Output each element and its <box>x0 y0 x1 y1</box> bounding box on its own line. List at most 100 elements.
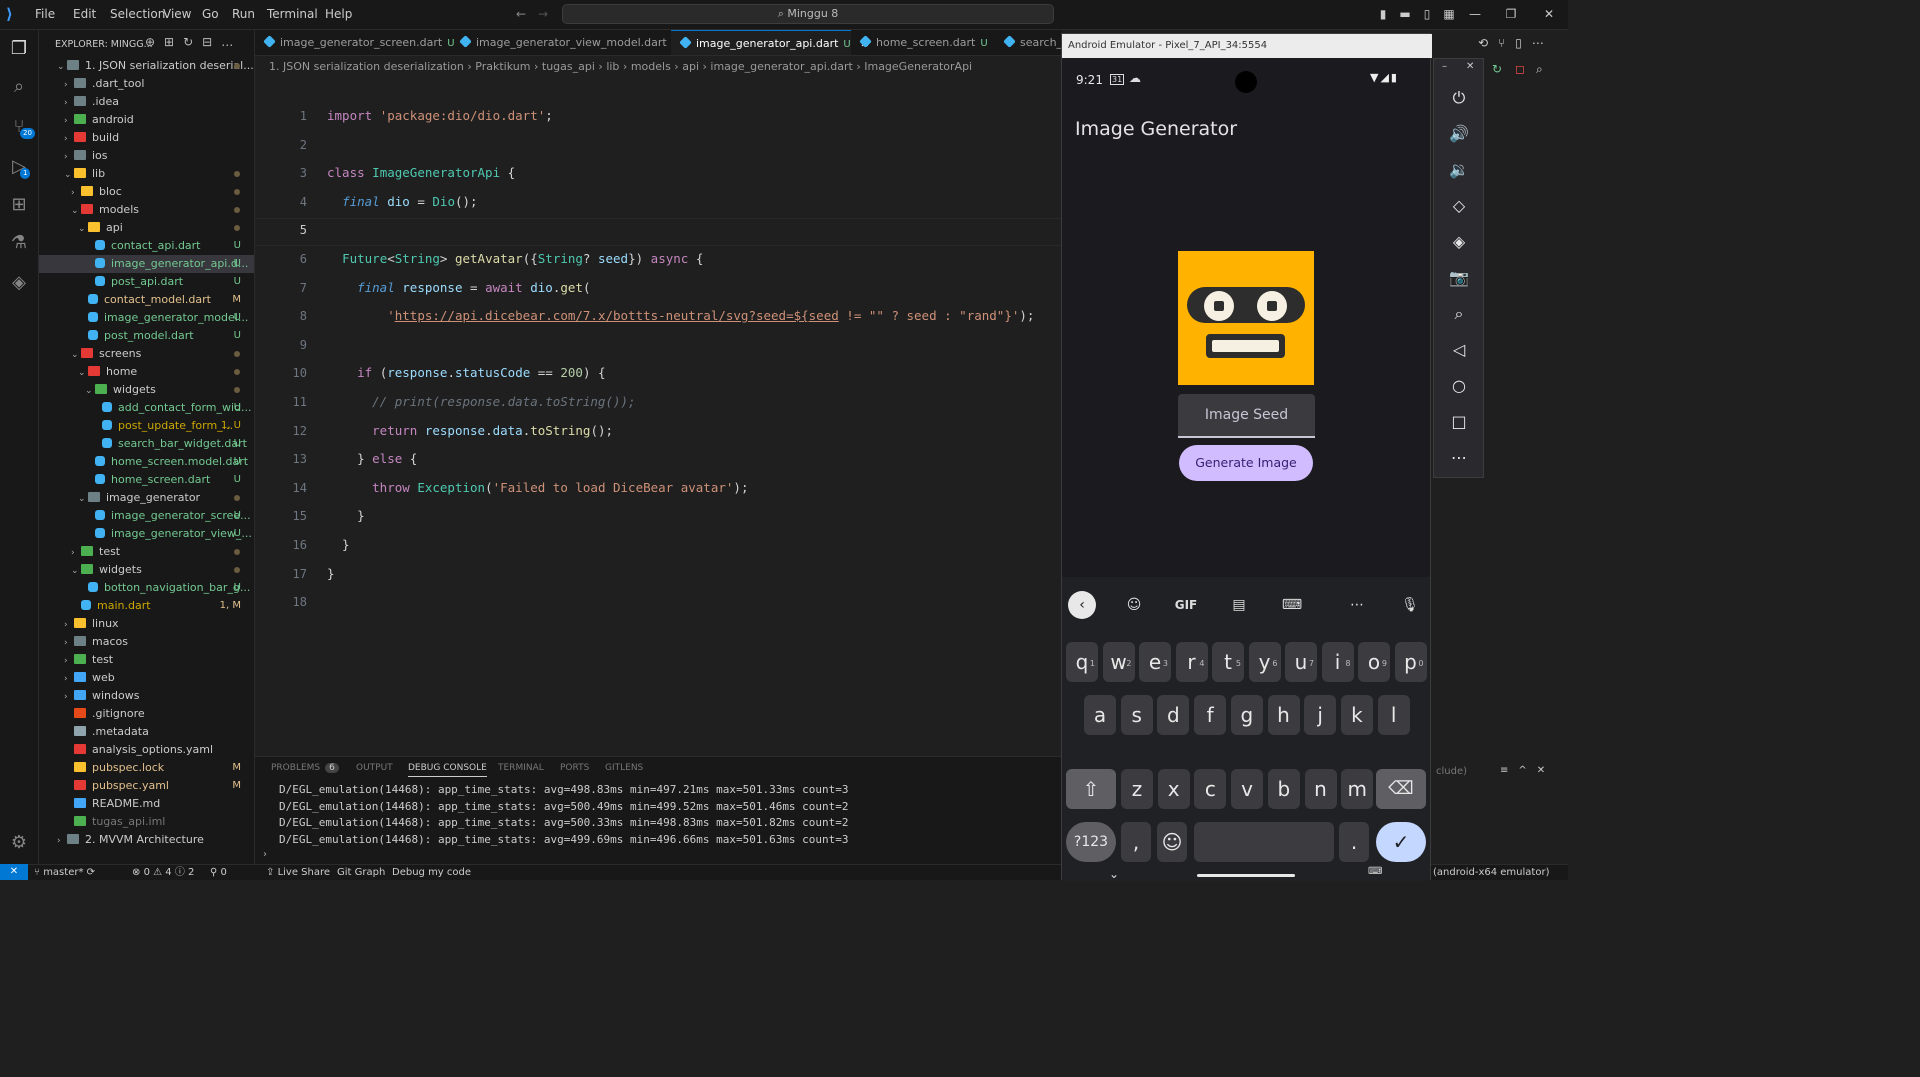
more-icon[interactable]: ⋯ <box>1447 446 1471 470</box>
close-window-button[interactable]: ✕ <box>1534 0 1564 30</box>
comma-key[interactable]: , <box>1121 822 1151 862</box>
explorer-item[interactable]: image_generator_model... U <box>39 309 254 327</box>
editor-actions[interactable]: ⟲⑂▯⋯ <box>1478 36 1554 50</box>
explorer-item[interactable]: ⌄ models <box>39 201 254 219</box>
stop-icon[interactable]: ◻ <box>1515 62 1525 76</box>
explorer-item[interactable]: .metadata <box>39 723 254 741</box>
tab-image-generator-view-model-dart[interactable]: image_generator_view_model.dartU <box>451 30 679 55</box>
symbols-key[interactable]: ?123 <box>1066 822 1116 862</box>
backspace-key[interactable]: ⌫ <box>1376 769 1426 809</box>
explorer-item[interactable]: tugas_api.iml <box>39 813 254 831</box>
image-seed-field[interactable]: Image Seed <box>1178 394 1315 438</box>
explorer-item[interactable]: › .idea <box>39 93 254 111</box>
explorer-item[interactable]: botton_navigation_bar_g... U <box>39 579 254 597</box>
forward-arrow-icon[interactable]: → <box>538 0 548 30</box>
explorer-item[interactable]: README.md <box>39 795 254 813</box>
zoom-icon[interactable]: ⌕ <box>1447 302 1471 326</box>
code-editor[interactable]: 1 import 'package:dio/dio.dart'; 2 3 class I… <box>255 78 1061 756</box>
explorer-item[interactable]: .gitignore <box>39 705 254 723</box>
back-arrow-icon[interactable]: ← <box>516 0 526 30</box>
period-key[interactable]: . <box>1339 822 1369 862</box>
explorer-item[interactable]: › 2. MVVM Architecture <box>39 831 254 849</box>
panel-tab-output[interactable]: OUTPUT <box>356 763 393 773</box>
key-x[interactable]: x <box>1157 769 1190 809</box>
key-p[interactable]: p0 <box>1394 642 1427 682</box>
panel-tab-gitlens[interactable]: GITLENS <box>605 763 643 773</box>
git-graph-status[interactable]: Git Graph <box>337 865 385 881</box>
emulator-close-button[interactable]: ✕ <box>1466 61 1474 72</box>
gesture-bar[interactable] <box>1197 874 1295 877</box>
explorer-item[interactable]: contact_model.dart M <box>39 291 254 309</box>
more-options-icon[interactable]: ⋯ <box>1343 591 1371 619</box>
panel-tab-terminal[interactable]: TERMINAL <box>498 763 544 773</box>
home-icon[interactable]: ○ <box>1447 374 1471 398</box>
explorer-actions[interactable]: ⊕⊞↻⊟… <box>145 35 242 49</box>
command-center-search[interactable]: ⌕ Minggu 8 <box>562 4 1054 24</box>
explorer-item[interactable]: › test <box>39 651 254 669</box>
key-l[interactable]: l <box>1377 695 1410 735</box>
explorer-item[interactable]: pubspec.lock M <box>39 759 254 777</box>
shift-key[interactable]: ⇧ <box>1066 769 1116 809</box>
explorer-item[interactable]: ⌄ lib <box>39 165 254 183</box>
breadcrumb-item[interactable]: Praktikum <box>475 60 530 73</box>
key-t[interactable]: t5 <box>1212 642 1244 682</box>
console-input-chevron-icon[interactable]: › <box>263 849 267 860</box>
menu-help[interactable]: Help <box>325 0 352 30</box>
explorer-item[interactable]: post_api.dart U <box>39 273 254 291</box>
tab-search-b[interactable]: search_b <box>995 30 1061 55</box>
explorer-item[interactable]: › windows <box>39 687 254 705</box>
live-share-status[interactable]: ⇪ Live Share <box>266 865 330 881</box>
code-line[interactable]: 'https://api.dicebear.com/7.x/bottts-neu… <box>327 302 1034 330</box>
rotate-left-icon[interactable]: ◇ <box>1447 194 1471 218</box>
explorer-item[interactable]: › web <box>39 669 254 687</box>
debug-my-code-status[interactable]: Debug my code <box>392 865 471 881</box>
gif-button[interactable]: GIF <box>1172 591 1200 619</box>
back-icon[interactable]: ◁ <box>1447 338 1471 362</box>
sticker-icon[interactable]: ☺ <box>1120 591 1148 619</box>
tab-image-generator-screen-dart[interactable]: image_generator_screen.dart U <box>255 30 455 55</box>
explorer-item[interactable]: › macos <box>39 633 254 651</box>
key-n[interactable]: n <box>1304 769 1337 809</box>
key-u[interactable]: u7 <box>1285 642 1317 682</box>
emulator-minimize-button[interactable]: – <box>1442 61 1447 72</box>
explorer-item[interactable]: contact_api.dart U <box>39 237 254 255</box>
menu-go[interactable]: Go <box>202 0 219 30</box>
key-c[interactable]: c <box>1194 769 1227 809</box>
key-j[interactable]: j <box>1304 695 1337 735</box>
explorer-item[interactable]: image_generator_view_... U <box>39 525 254 543</box>
code-line[interactable]: import 'package:dio/dio.dart'; <box>327 102 553 130</box>
restore-window-button[interactable]: ❐ <box>1496 0 1526 30</box>
breadcrumb-item[interactable]: lib <box>606 60 619 73</box>
gitlens-icon[interactable]: ◈ <box>8 272 30 294</box>
panel-tab-ports[interactable]: PORTS <box>560 763 589 773</box>
code-line[interactable]: } <box>327 502 365 530</box>
key-g[interactable]: g <box>1230 695 1263 735</box>
explorer-item[interactable]: image_generator_scree... U <box>39 507 254 525</box>
key-z[interactable]: z <box>1121 769 1153 809</box>
explorer-item[interactable]: home_screen.model.dart U <box>39 453 254 471</box>
explorer-item[interactable]: ⌄ home <box>39 363 254 381</box>
explorer-item[interactable]: ⌄ 1. JSON serialization deserial... <box>39 57 254 75</box>
key-o[interactable]: o9 <box>1358 642 1390 682</box>
explorer-item[interactable]: › build <box>39 129 254 147</box>
breadcrumb-item[interactable]: models <box>631 60 671 73</box>
tab-home-screen-dart[interactable]: home_screen.dart U <box>851 30 995 55</box>
explorer-item[interactable]: ⌄ image_generator <box>39 489 254 507</box>
minimize-window-button[interactable]: — <box>1460 0 1490 30</box>
key-h[interactable]: h <box>1267 695 1300 735</box>
explorer-item[interactable]: ⌄ widgets <box>39 381 254 399</box>
key-y[interactable]: y6 <box>1248 642 1281 682</box>
volume-up-icon[interactable]: 🔊 <box>1447 122 1471 146</box>
code-line[interactable]: } <box>327 560 335 588</box>
explorer-item[interactable]: post_model.dart U <box>39 327 254 345</box>
breadcrumb-item[interactable]: 1. JSON serialization deserialization <box>269 60 464 73</box>
done-key[interactable]: ✓ <box>1376 822 1426 862</box>
testing-icon[interactable]: ⚗ <box>8 232 30 254</box>
key-s[interactable]: s <box>1120 695 1153 735</box>
volume-down-icon[interactable]: 🔉 <box>1447 158 1471 182</box>
key-e[interactable]: e3 <box>1139 642 1171 682</box>
explorer-item[interactable]: add_contact_form_wid... U <box>39 399 254 417</box>
overview-icon[interactable]: □ <box>1447 410 1471 434</box>
generate-image-button[interactable]: Generate Image <box>1179 445 1313 481</box>
explorer-item[interactable]: post_update_form_... 1, U <box>39 417 254 435</box>
